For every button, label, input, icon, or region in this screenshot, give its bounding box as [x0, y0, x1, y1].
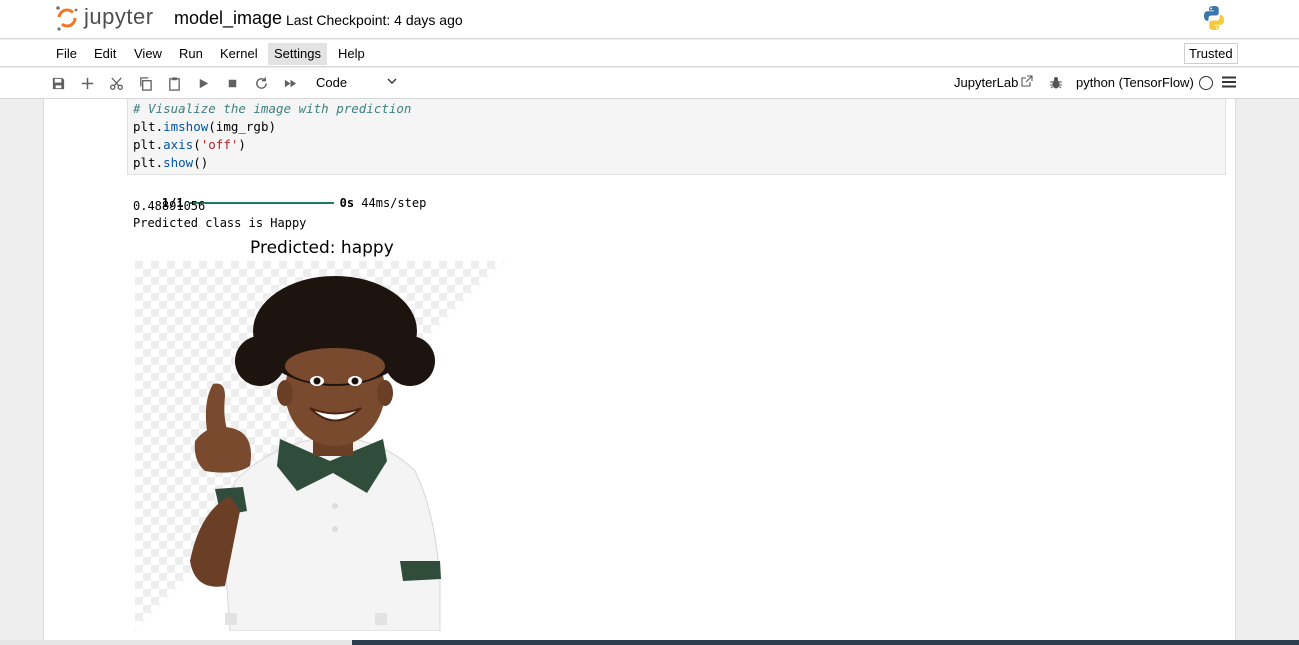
menubar: File Edit View Run Kernel Settings Help …	[0, 40, 1299, 67]
code-line-show: plt.show()	[133, 155, 208, 170]
menu-edit[interactable]: Edit	[88, 43, 122, 65]
cell-type-value: Code	[316, 75, 348, 90]
jupyterlab-link[interactable]: JupyterLab	[954, 75, 1018, 90]
save-icon[interactable]	[49, 74, 67, 92]
output-image-plot	[135, 261, 505, 631]
external-link-icon[interactable]	[1020, 75, 1033, 88]
code-cell-input[interactable]: # Visualize the image with prediction pl…	[127, 99, 1226, 175]
notebook-header: jupyter model_image Last Checkpoint: 4 d…	[0, 0, 1299, 39]
progress-bar	[189, 201, 334, 204]
copy-icon[interactable]	[136, 74, 154, 92]
python-logo-icon	[1204, 6, 1224, 30]
menu-file[interactable]: File	[50, 43, 83, 65]
debugger-bug-icon[interactable]	[1049, 76, 1063, 90]
code-line-show-text: plt.show()	[133, 155, 209, 170]
code-line-comment: # Visualize the image with prediction	[133, 101, 412, 116]
plot-title: Predicted: happy	[250, 238, 394, 258]
restart-icon[interactable]	[252, 74, 270, 92]
add-icon[interactable]	[78, 74, 96, 92]
trusted-badge[interactable]: Trusted	[1184, 43, 1238, 64]
code-line-imshow-text: plt.imshow(img_rgb)	[133, 119, 276, 134]
notebook-title[interactable]: model_image	[174, 8, 282, 29]
notebook-panel: # Visualize the image with prediction pl…	[43, 99, 1236, 645]
menu-help[interactable]: Help	[332, 43, 371, 65]
code-line-imshow: plt.imshow(img_rgb)	[133, 119, 276, 134]
code-line-axis: plt.axis('off')	[133, 137, 246, 152]
fast-forward-icon[interactable]	[281, 74, 299, 92]
hamburger-menu-icon[interactable]	[1222, 76, 1236, 88]
kernel-name[interactable]: python (TensorFlow)	[1076, 75, 1194, 90]
cut-icon[interactable]	[107, 74, 125, 92]
kernel-status-idle-icon	[1199, 76, 1213, 90]
chevron-down-icon	[387, 78, 397, 84]
progress-rate: 44ms/step	[361, 196, 427, 210]
run-icon[interactable]	[194, 74, 212, 92]
checkpoint-status: Last Checkpoint: 4 days ago	[286, 12, 463, 28]
menu-run[interactable]: Run	[173, 43, 209, 65]
output-prediction-line: Predicted class is Happy	[133, 216, 307, 230]
stop-icon[interactable]	[223, 74, 241, 92]
menu-kernel[interactable]: Kernel	[214, 43, 264, 65]
output-value-line: 0.48891056	[133, 199, 206, 213]
menu-settings[interactable]: Settings	[268, 43, 327, 65]
cell-type-select[interactable]: Code	[312, 73, 400, 93]
paste-icon[interactable]	[165, 74, 183, 92]
code-line-axis-text: plt.axis('off')	[133, 137, 246, 152]
horizontal-scrollbar-thumb[interactable]	[0, 640, 352, 645]
progress-time: 0s	[339, 196, 355, 210]
menu-view[interactable]: View	[128, 43, 168, 65]
notebook-toolbar: Code JupyterLab python (TensorFlow)	[0, 68, 1299, 99]
jupyter-wordmark: jupyter	[84, 4, 154, 29]
